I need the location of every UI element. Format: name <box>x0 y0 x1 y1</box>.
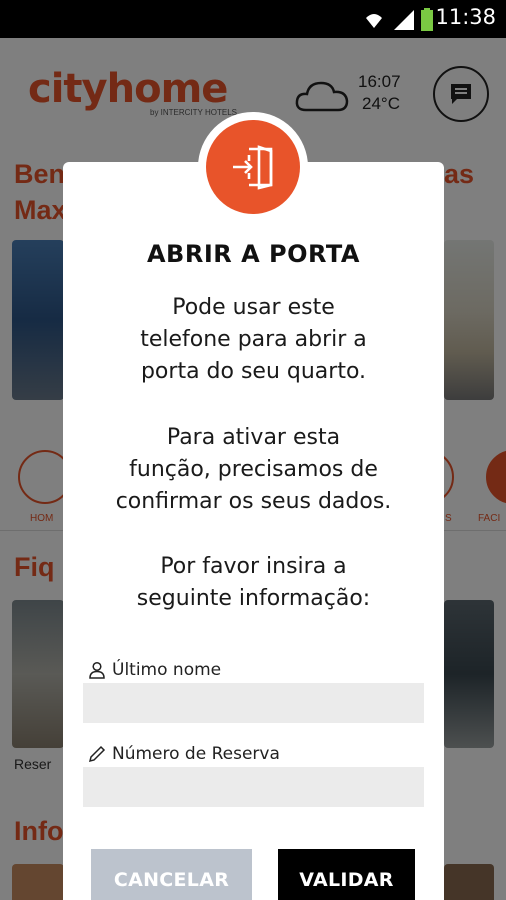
dialog-text-line: Pode usar este <box>172 295 335 320</box>
dialog-text-line: porta do seu quarto. <box>140 359 367 384</box>
last-name-label-text: Último nome <box>112 660 222 680</box>
dialog-text-line: telefone para abrir a <box>140 327 367 352</box>
last-name-input[interactable] <box>83 683 424 723</box>
reservation-number-label: Número de Reserva <box>88 744 280 764</box>
dialog-text-line: Por favor insira a <box>160 554 347 579</box>
reservation-number-input[interactable] <box>83 767 424 807</box>
validate-button[interactable]: VALIDAR <box>278 849 415 900</box>
person-icon <box>89 661 105 679</box>
battery-icon <box>421 8 433 31</box>
signal-icon <box>394 10 414 30</box>
cancel-button[interactable]: CANCELAR <box>91 849 252 900</box>
dialog-paragraph-3: Por favor insira a seguinte informação: <box>63 551 444 615</box>
reservation-number-label-text: Número de Reserva <box>112 744 280 764</box>
pencil-icon <box>88 745 106 763</box>
dialog-text-line: confirmar os seus dados. <box>115 489 392 514</box>
dialog-text-line: função, precisamos de <box>129 457 378 482</box>
dialog-paragraph-2: Para ativar esta função, precisamos de c… <box>63 422 444 518</box>
wifi-icon <box>366 14 382 28</box>
status-bar: 11:38 <box>0 0 506 38</box>
dialog-paragraph-1: Pode usar este telefone para abrir a por… <box>63 292 444 388</box>
clock: 11:38 <box>435 5 496 29</box>
dialog-text-line: seguinte informação: <box>136 586 371 611</box>
door-icon-circle <box>206 120 300 214</box>
door-enter-icon <box>233 145 273 190</box>
dialog-text-line: Para ativar esta <box>166 425 341 450</box>
dialog-title: ABRIR A PORTA <box>146 240 361 268</box>
last-name-label: Último nome <box>88 660 221 680</box>
